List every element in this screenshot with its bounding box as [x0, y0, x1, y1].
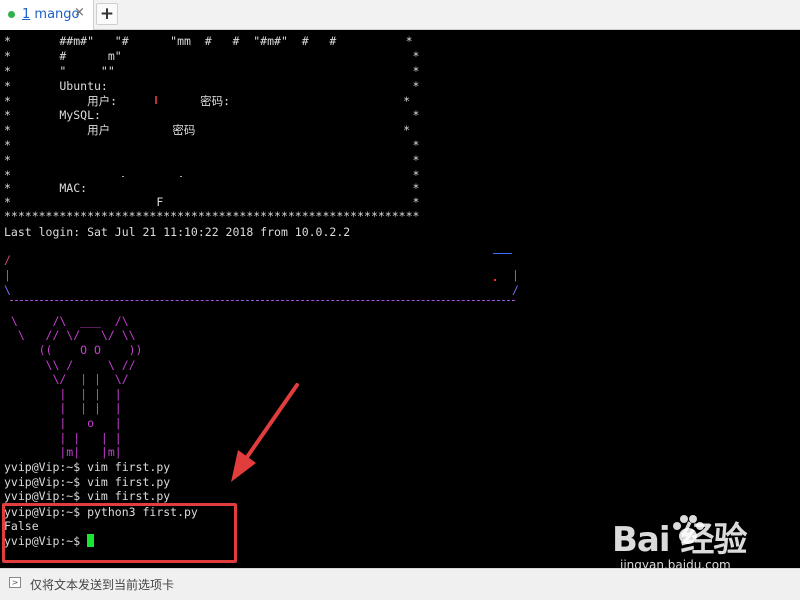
send-text-icon[interactable]: > [9, 577, 21, 588]
status-text: 仅将文本发送到当前选项卡 [30, 578, 175, 592]
status-bar: > 仅将文本发送到当前选项卡 [0, 568, 800, 600]
annotation-arrow-icon [231, 383, 299, 482]
watermark-brand: Bai 经验 [612, 520, 747, 560]
